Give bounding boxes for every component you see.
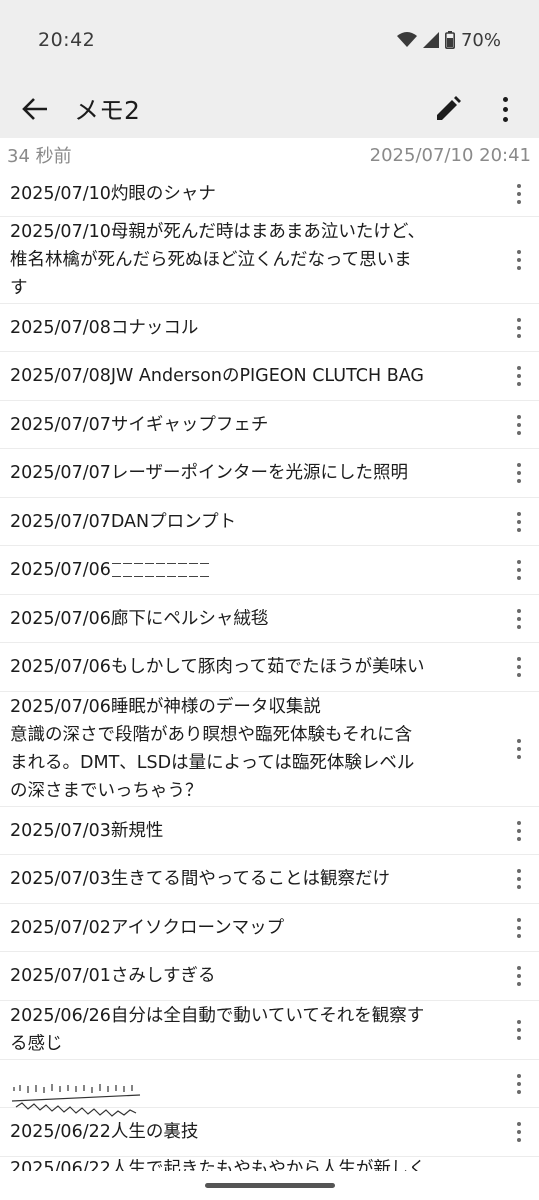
list-item[interactable]: 2025/07/06睡眠が神様のデータ収集説 意識の深さで段階があり瞑想や臨死体… bbox=[0, 692, 539, 807]
more-vert-icon bbox=[517, 739, 521, 759]
list-item[interactable]: 2025/07/10母親が死んだ時はまあまあ泣いたけど、 椎名林檎が死んだら死ぬ… bbox=[0, 217, 539, 304]
more-vert-icon bbox=[517, 608, 521, 629]
signal-icon bbox=[422, 32, 439, 48]
item-more-button[interactable] bbox=[505, 1067, 533, 1101]
back-button[interactable] bbox=[12, 86, 58, 132]
relative-time: 34 秒前 bbox=[7, 146, 72, 167]
more-vert-icon bbox=[517, 1122, 521, 1142]
more-vert-icon bbox=[517, 184, 521, 204]
memo-text: 2025/07/03生きてる間やってることは観察だけ bbox=[10, 869, 390, 889]
pencil-icon bbox=[437, 96, 461, 120]
more-vert-icon bbox=[517, 820, 521, 841]
status-icons: 70% bbox=[396, 29, 501, 51]
memo-text: 2025/07/06睡眠が神様のデータ収集説 意識の深さで段階があり瞑想や臨死体… bbox=[10, 697, 415, 801]
list-item[interactable]: 2025/07/02アイソクローンマップ bbox=[0, 904, 539, 952]
memo-text: 2025/07/07サイギャップフェチ bbox=[10, 414, 269, 435]
app-bar: メモ2 bbox=[0, 80, 539, 138]
more-vert-icon bbox=[517, 966, 521, 986]
more-vert-icon bbox=[517, 511, 521, 532]
more-vert-icon bbox=[502, 96, 508, 122]
memo-text: 2025/07/07DANプロンプト bbox=[10, 511, 237, 532]
list-item[interactable]: 2025/07/07サイギャップフェチ bbox=[0, 401, 539, 449]
memo-text: 2025/07/06もしかして豚肉って茹でたほうが美味い bbox=[10, 657, 425, 677]
more-vert-icon bbox=[517, 657, 521, 677]
wifi-icon bbox=[396, 32, 417, 48]
back-arrow-icon bbox=[22, 98, 47, 120]
list-item[interactable]: 2025/06/22人生で起きたもやもやから人生が新しく bbox=[0, 1157, 539, 1171]
memo-text: 2025/07/01さみしすぎる bbox=[10, 966, 216, 986]
list-item[interactable]: 2025/06/22人生の裏技 bbox=[0, 1108, 539, 1157]
memo-text: 2025/06/22人生で起きたもやもやから人生が新しく bbox=[10, 1159, 426, 1171]
item-more-button[interactable] bbox=[505, 862, 533, 896]
status-bar: 20:42 70% bbox=[0, 0, 539, 80]
memo-meta: 34 秒前 2025/07/10 20:41 bbox=[0, 138, 539, 172]
list-item[interactable]: 2025/07/07レーザーポインターを光源にした照明 bbox=[0, 449, 539, 498]
item-more-button[interactable] bbox=[505, 650, 533, 684]
item-more-button[interactable] bbox=[505, 456, 533, 490]
memo-text: 2025/07/10母親が死んだ時はまあまあ泣いたけど、 椎名林檎が死んだら死ぬ… bbox=[10, 222, 425, 298]
status-time: 20:42 bbox=[38, 29, 96, 51]
memo-timestamp: 2025/07/10 20:41 bbox=[369, 144, 531, 166]
item-more-button[interactable] bbox=[505, 1013, 533, 1047]
memo-text: 2025/07/02アイソクローンマップ bbox=[10, 917, 285, 938]
item-more-button[interactable] bbox=[505, 732, 533, 766]
item-more-button[interactable] bbox=[505, 1115, 533, 1149]
list-item[interactable]: 2025/07/03新規性 bbox=[0, 807, 539, 855]
list-item[interactable]: 2025/07/10灼眼のシャナ bbox=[0, 172, 539, 217]
memo-text: 2025/07/03新規性 bbox=[10, 820, 164, 841]
list-item[interactable]: 2025/07/06廊下にペルシャ絨毯 bbox=[0, 595, 539, 643]
item-more-button[interactable] bbox=[505, 311, 533, 345]
memo-text: 2025/07/08JW AndersonのPIGEON CLUTCH BAG bbox=[10, 366, 424, 386]
list-item[interactable]: 2025/07/07DANプロンプト bbox=[0, 498, 539, 546]
memo-text: 2025/07/10灼眼のシャナ bbox=[10, 184, 216, 204]
item-more-button[interactable] bbox=[505, 814, 533, 848]
memo-text: 2025/06/22人生の裏技 bbox=[10, 1122, 199, 1142]
more-vert-icon bbox=[517, 1020, 521, 1040]
glyph-decoration bbox=[111, 563, 209, 577]
memo-text: 2025/07/06 bbox=[10, 560, 111, 580]
item-more-button[interactable] bbox=[505, 911, 533, 945]
more-vert-icon bbox=[517, 317, 521, 338]
list-item[interactable]: 2025/07/01さみしすぎる bbox=[0, 952, 539, 1001]
item-more-button[interactable] bbox=[505, 177, 533, 211]
item-more-button[interactable] bbox=[505, 553, 533, 587]
more-vert-icon bbox=[517, 463, 521, 483]
item-more-button[interactable] bbox=[505, 243, 533, 277]
list-item[interactable]: 2025/07/06 bbox=[0, 546, 539, 595]
edit-button[interactable] bbox=[425, 86, 471, 132]
more-vert-icon bbox=[517, 1073, 521, 1094]
item-more-button[interactable] bbox=[505, 959, 533, 993]
memo-text: 2025/07/07レーザーポインターを光源にした照明 bbox=[10, 463, 409, 483]
battery-percent: 70% bbox=[460, 29, 501, 51]
list-item[interactable]: 2025/07/08JW AndersonのPIGEON CLUTCH BAG bbox=[0, 352, 539, 401]
page-title: メモ2 bbox=[74, 96, 140, 125]
more-vert-icon bbox=[517, 869, 521, 889]
more-vert-icon bbox=[517, 366, 521, 386]
memo-text: 2025/07/08コナッコル bbox=[10, 317, 199, 338]
more-vert-icon bbox=[517, 917, 521, 938]
overflow-menu-button[interactable] bbox=[485, 86, 525, 132]
memo-text: 2025/07/06廊下にペルシャ絨毯 bbox=[10, 608, 269, 629]
home-indicator[interactable] bbox=[205, 1183, 335, 1188]
item-more-button[interactable] bbox=[505, 408, 533, 442]
item-more-button[interactable] bbox=[505, 505, 533, 539]
memo-list: 2025/07/10灼眼のシャナ 2025/07/10母親が死んだ時はまあまあ泣… bbox=[0, 172, 539, 1171]
list-item[interactable] bbox=[0, 1060, 539, 1117]
list-item[interactable]: 2025/07/06もしかして豚肉って茹でたほうが美味い bbox=[0, 643, 539, 692]
more-vert-icon bbox=[517, 250, 521, 270]
item-more-button[interactable] bbox=[505, 359, 533, 393]
list-item[interactable]: 2025/07/08コナッコル bbox=[0, 304, 539, 352]
more-vert-icon bbox=[517, 560, 521, 580]
list-item[interactable]: 2025/07/03生きてる間やってることは観察だけ bbox=[0, 855, 539, 904]
item-more-button[interactable] bbox=[505, 602, 533, 636]
battery-icon bbox=[444, 31, 455, 49]
more-vert-icon bbox=[517, 414, 521, 435]
